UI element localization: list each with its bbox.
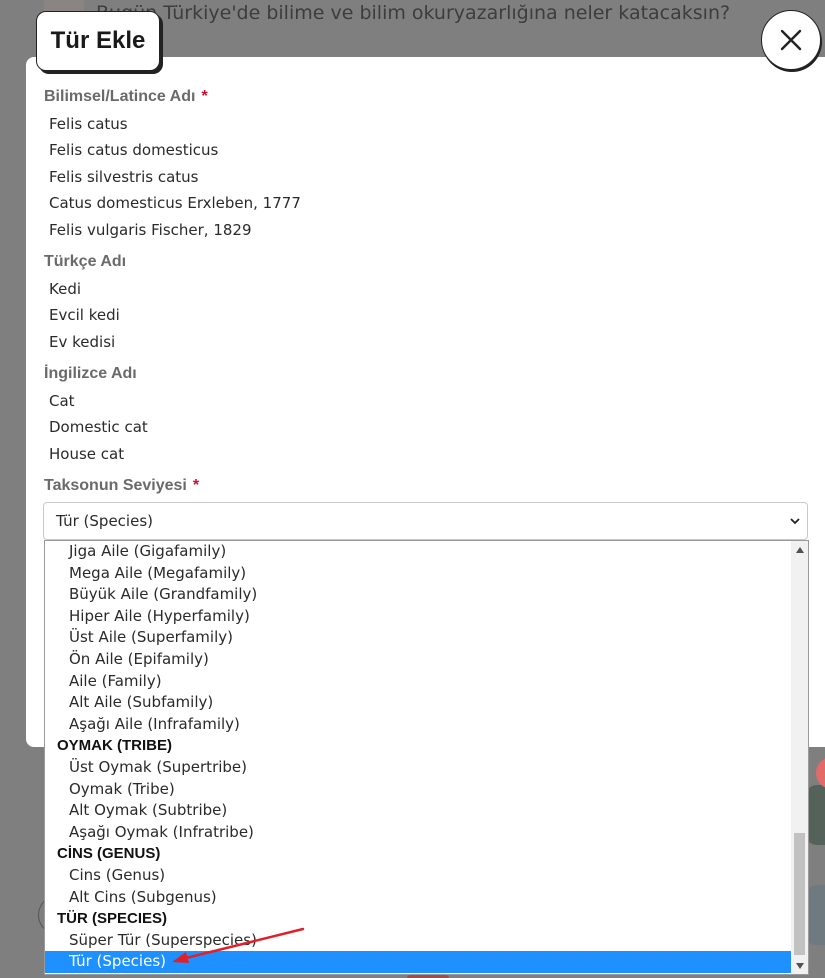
taxon-level-select[interactable]: Tür (Species) — [43, 502, 808, 540]
chevron-down-icon — [790, 518, 800, 525]
taxon-level-label: Taksonun Seviyesi * — [44, 477, 199, 495]
turkish-name-value: Ev kedisi — [49, 333, 116, 351]
english-name-label: İngilizce Adı — [44, 365, 137, 382]
dropdown-option[interactable]: Alt Oymak (Subtribe) — [45, 800, 791, 822]
scientific-name-value: Catus domesticus Erxleben, 1777 — [49, 194, 301, 212]
dropdown-option[interactable]: Alt Aile (Subfamily) — [45, 692, 791, 714]
dropdown-option[interactable]: Süper Tür (Superspecies) — [45, 930, 791, 952]
scroll-down-arrow-icon — [795, 962, 804, 969]
dropdown-group-header: OYMAK (TRIBE) — [57, 737, 172, 755]
english-name-value: House cat — [49, 445, 125, 463]
dropdown-option[interactable]: Üst Aile (Superfamily) — [45, 627, 791, 649]
modal-title: Tür Ekle — [36, 11, 160, 71]
dropdown-group-header: CİNS (GENUS) — [57, 845, 161, 863]
close-button[interactable] — [761, 10, 821, 70]
turkish-name-value: Kedi — [49, 280, 82, 298]
scientific-name-value: Felis catus — [49, 115, 128, 133]
dropdown-scrollbar[interactable] — [791, 541, 808, 974]
taxon-level-label-text: Taksonun Seviyesi — [44, 477, 187, 494]
turkish-name-value: Evcil kedi — [49, 306, 120, 324]
dropdown-option[interactable]: Oymak (Tribe) — [45, 779, 791, 801]
turkish-name-label: Türkçe Adı — [44, 253, 127, 270]
dropdown-option[interactable]: Aşağı Aile (Infrafamily) — [45, 714, 791, 736]
dropdown-option[interactable]: Üst Oymak (Supertribe) — [45, 757, 791, 779]
dropdown-option-selected[interactable]: Tür (Species) — [45, 951, 791, 973]
taxon-level-selected-value: Tür (Species) — [56, 512, 153, 530]
dropdown-option[interactable]: Ön Aile (Epifamily) — [45, 649, 791, 671]
scroll-down-button[interactable] — [791, 957, 808, 974]
scrollbar-thumb[interactable] — [794, 833, 805, 955]
dropdown-option[interactable]: Jiga Aile (Gigafamily) — [45, 541, 791, 563]
scientific-name-value: Felis catus domesticus — [49, 141, 219, 159]
background-question: Bugün Türkiye'de bilime ve bilim okuryaz… — [96, 2, 731, 24]
dropdown-option[interactable]: Cins (Genus) — [45, 865, 791, 887]
dropdown-option[interactable]: Aşağı Oymak (Infratribe) — [45, 822, 791, 844]
scroll-up-arrow-icon — [795, 546, 804, 553]
dropdown-group-header: TÜR (SPECIES) — [57, 910, 168, 928]
required-mark: * — [192, 477, 200, 494]
close-icon — [780, 29, 802, 51]
dropdown-option[interactable]: Alt Cins (Subgenus) — [45, 887, 791, 909]
required-mark: * — [201, 88, 208, 105]
scroll-up-button[interactable] — [791, 541, 808, 558]
dropdown-option[interactable]: Hiper Aile (Hyperfamily) — [45, 606, 791, 628]
dropdown-option[interactable]: Büyük Aile (Grandfamily) — [45, 584, 791, 606]
scientific-name-value: Felis silvestris catus — [49, 168, 199, 186]
scientific-name-value: Felis vulgaris Fischer, 1829 — [49, 221, 252, 239]
scientific-name-label-text: Bilimsel/Latince Adı — [44, 88, 196, 105]
scientific-name-label: Bilimsel/Latince Adı * — [44, 88, 208, 106]
dropdown-option[interactable]: Aile (Family) — [45, 671, 791, 693]
taxon-level-dropdown[interactable]: Jiga Aile (Gigafamily) Mega Aile (Megafam… — [44, 540, 809, 975]
english-name-value: Cat — [49, 392, 75, 410]
dropdown-option[interactable]: Mega Aile (Megafamily) — [45, 563, 791, 585]
english-name-value: Domestic cat — [49, 418, 148, 436]
